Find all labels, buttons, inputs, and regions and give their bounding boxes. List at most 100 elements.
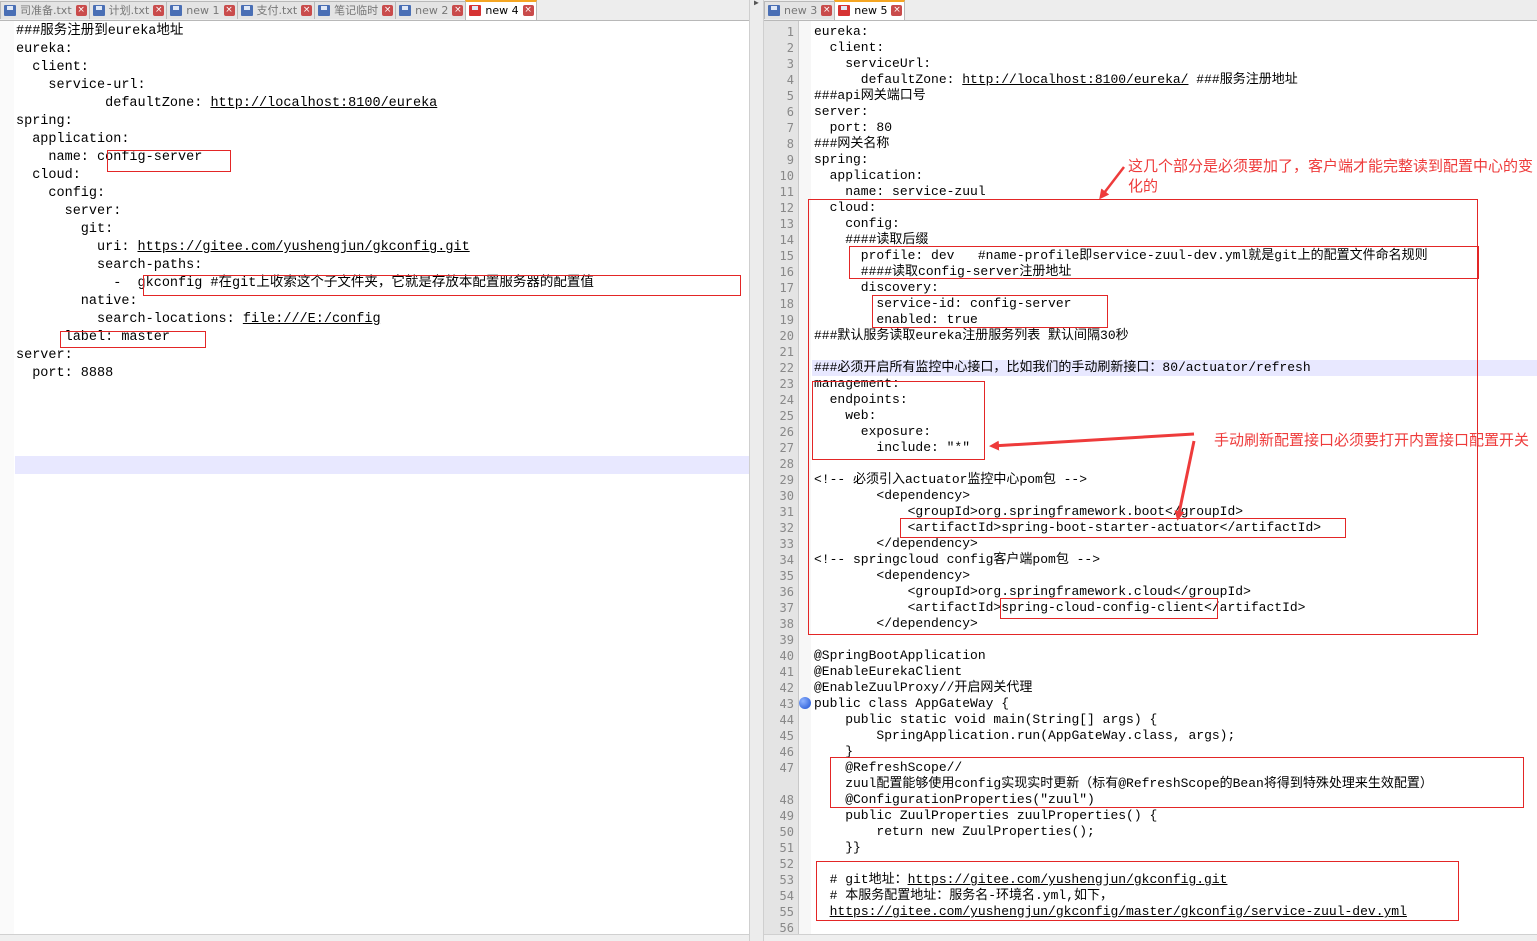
line-number: 49 [779,809,794,823]
line-number: 14 [779,233,794,247]
splitter-grip-icon: ▶ [754,0,759,8]
save-icon [469,5,482,16]
code-text: service-url: [16,78,146,93]
tab-new-1[interactable]: new 1 [166,1,238,19]
arrow-to-config-section [1099,166,1125,200]
code-link[interactable]: file:///E:/config [243,312,381,327]
right-tab-bar: new 3 new 5 [764,0,1537,21]
code-line: search-paths: [16,257,202,275]
line-number: 13 [779,217,794,231]
left-fold-margin [0,21,14,941]
tab-new-5[interactable]: new 5 [834,0,906,20]
code-line: server: [16,347,73,365]
line-number: 8 [786,137,794,151]
highlight-box-git-address [816,861,1459,921]
line-number [764,776,794,792]
code-line: server: [814,104,869,120]
tab-new-4[interactable]: new 4 [465,0,537,20]
line-number: 33 [779,537,794,551]
line-number: 35 [779,569,794,583]
code-text: eureka: [16,42,73,57]
tab-txt[interactable]: 支付.txt [236,1,316,19]
line-number: 23 [779,377,794,391]
close-icon[interactable] [153,5,165,16]
highlight-box-profile [849,246,1479,279]
code-text: cloud: [16,168,81,183]
save-icon [4,5,16,16]
line-number: 16 [779,265,794,279]
left-horizontal-scrollbar[interactable] [0,934,749,941]
close-icon[interactable] [452,5,464,16]
left-text-area[interactable]: ###服务注册到eureka地址 eureka: client: service-… [0,21,749,941]
tab-label: new 2 [415,4,449,17]
line-number: 25 [779,409,794,423]
close-icon[interactable] [821,5,833,16]
line-number: 27 [779,441,794,455]
line-number: 50 [779,825,794,839]
tab-new-2[interactable]: new 2 [395,1,467,19]
tab-new-3[interactable]: new 3 [764,1,836,19]
line-number: 53 [779,873,794,887]
code-line: client: [16,59,89,77]
code-line: ###网关名称 [814,136,889,152]
line-number: 43 [779,697,794,711]
code-line: @EnableEurekaClient [814,664,962,680]
tab-txt[interactable]: 司准备.txt [0,1,90,19]
line-number: 24 [779,393,794,407]
line-number: 48 [779,793,794,807]
code-text: public static void main(String[] args) { [814,712,1158,727]
code-text: name: service-zuul [814,184,986,199]
line-number: 46 [779,745,794,759]
tab-label: new 4 [485,4,519,17]
code-line: defaultZone: http://localhost:8100/eurek… [814,72,1298,88]
highlight-box-config-server [107,150,231,172]
code-link[interactable]: http://localhost:8100/eureka/ [962,72,1188,87]
line-number: 7 [786,121,794,135]
close-icon[interactable] [522,5,534,16]
bookmark-icon[interactable] [799,697,811,709]
code-link[interactable]: http://localhost:8100/eureka [210,96,437,111]
code-text: uri: [16,240,138,255]
code-link[interactable]: https://gitee.com/yushengjun/gkconfig.gi… [138,240,470,255]
line-number: 52 [779,857,794,871]
close-icon[interactable] [75,5,87,16]
save-icon [240,5,253,16]
code-text: config: [16,186,106,201]
code-text: defaultZone: [16,96,211,111]
annotation-required-parts: 这几个部分是必须要加了，客户端才能完整读到配置中心的变化的 [1128,157,1534,195]
code-line: @SpringBootApplication [814,648,986,664]
tab-label: new 5 [854,4,888,17]
line-number: 36 [779,585,794,599]
right-horizontal-scrollbar[interactable] [764,934,1537,941]
tab-txt[interactable]: 计划.txt [88,1,168,19]
code-line: serviceUrl: [814,56,931,72]
line-number: 4 [786,73,794,87]
save-icon [838,5,851,16]
close-icon[interactable] [382,5,394,16]
tab-[interactable]: 笔记临时 [314,1,397,19]
code-line: client: [814,40,885,56]
left-editor-pane: 司准备.txt 计划.txt new 1 支付.txt 笔记临时 new 2 new 4 #… [0,0,749,941]
line-number: 3 [786,57,794,71]
code-text: git: [16,222,114,237]
code-text: return new ZuulProperties(); [814,824,1095,839]
close-icon[interactable] [891,5,903,16]
pane-splitter[interactable]: ▶ [749,0,764,941]
code-text: server: [814,104,869,119]
code-text: eureka: [814,24,869,39]
right-text-area[interactable]: 1 eureka: 2 client: 3 serviceUrl: 4 defaultZ… [764,21,1537,941]
close-icon[interactable] [223,5,235,16]
right-editor-pane: new 3 new 5 1 eureka: 2 client: 3 serviceUrl… [764,0,1537,941]
highlight-box-discovery [872,295,1108,328]
code-line: public static void main(String[] args) { [814,712,1157,728]
code-text: client: [814,40,885,55]
line-number: 54 [779,889,794,903]
line-number: 29 [779,473,794,487]
left-tab-bar: 司准备.txt 计划.txt new 1 支付.txt 笔记临时 new 2 new 4 [0,0,749,21]
current-line-highlight [15,456,749,474]
close-icon[interactable] [301,5,313,16]
code-line: ###服务注册到eureka地址 [16,23,183,41]
code-text: port: 8888 [16,366,114,381]
line-number: 9 [786,153,794,167]
line-number: 42 [779,681,794,695]
